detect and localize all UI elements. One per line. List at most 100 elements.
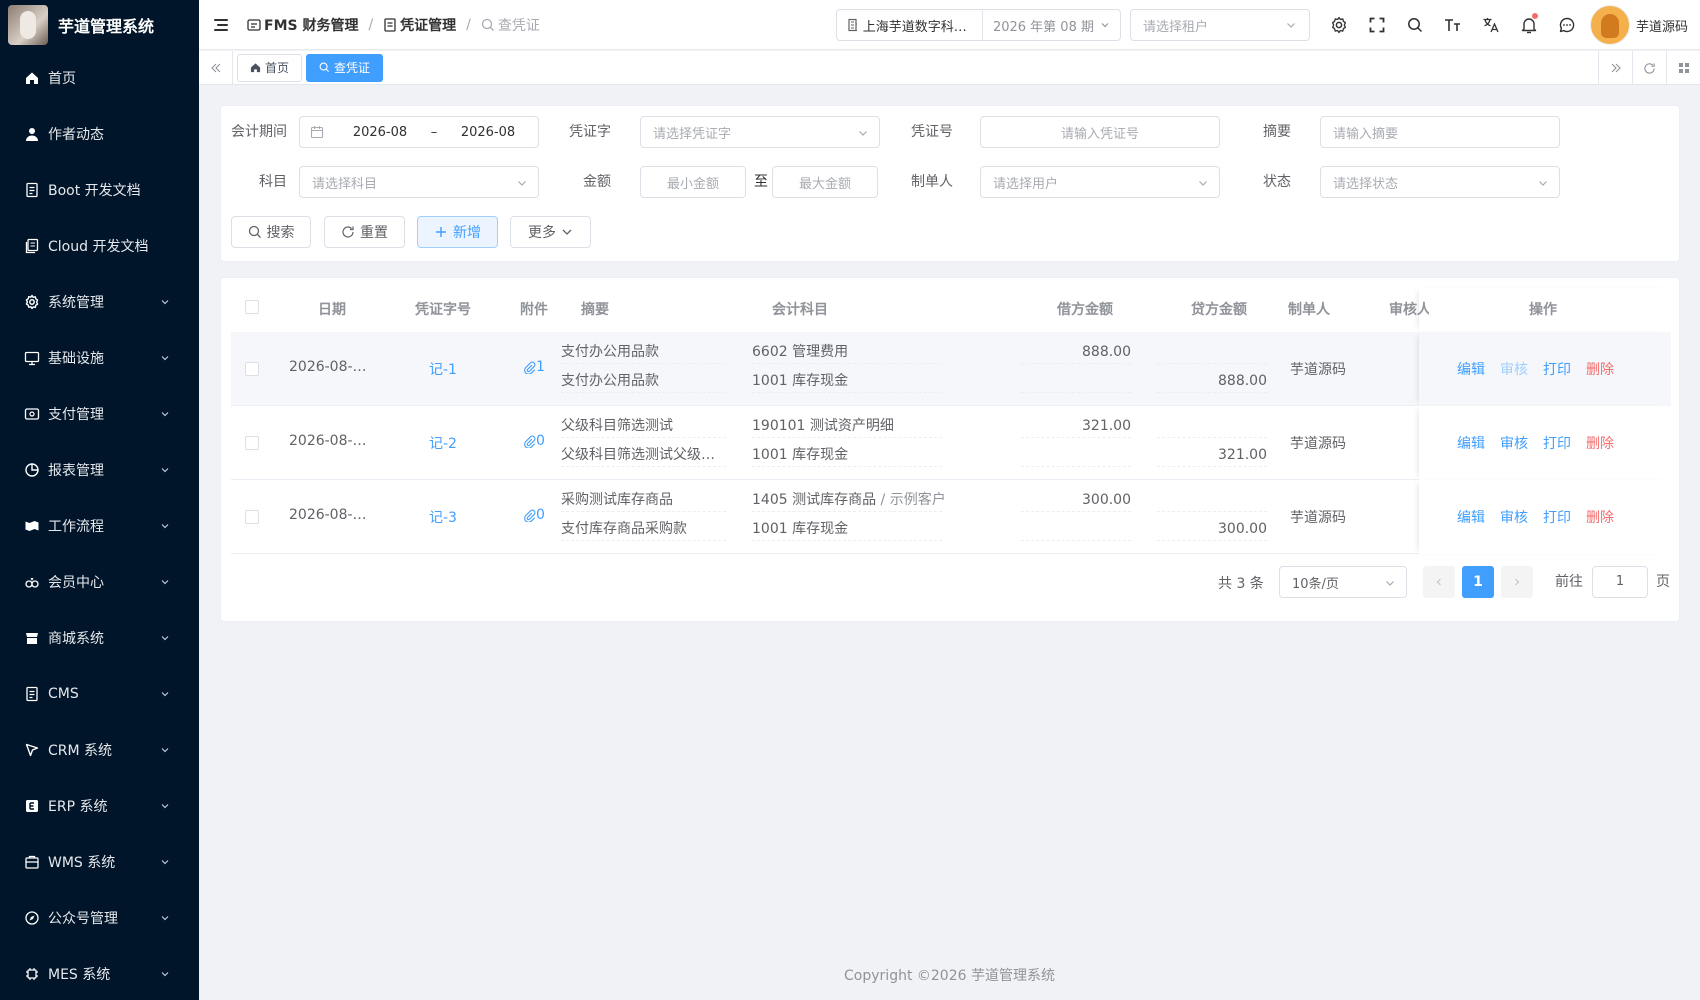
language-button[interactable] [1472,0,1510,50]
edit-button[interactable]: 编辑 [1457,433,1485,453]
print-button[interactable]: 打印 [1543,359,1571,379]
sidebar-item-5[interactable]: 基础设施 [0,330,199,386]
tab-label: 查凭证 [334,61,371,75]
tab-query-voucher[interactable]: 查凭证 [306,53,384,82]
add-button[interactable]: 新增 [417,216,498,248]
sidebar-item-2[interactable]: Boot 开发文档 [0,162,199,218]
row-checkbox[interactable] [245,436,259,450]
sidebar-item-11[interactable]: CMS [0,666,199,722]
creator-select[interactable]: 请选择用户 [980,166,1220,198]
breadcrumb-fms-label: FMS 财务管理 [264,17,359,34]
pie-chart-icon [24,462,40,478]
notification-button[interactable] [1510,0,1548,50]
period-start[interactable]: 2026-08 [340,125,420,140]
audit-button[interactable]: 审核 [1500,507,1528,527]
sidebar-item-9[interactable]: 会员中心 [0,554,199,610]
reset-button-label: 重置 [360,225,388,241]
delete-button[interactable]: 删除 [1586,507,1614,527]
cell-creator: 芋道源码 [1290,362,1346,378]
summary-input[interactable]: 请输入摘要 [1320,116,1560,148]
print-button[interactable]: 打印 [1543,507,1571,527]
tabs-refresh[interactable] [1632,51,1666,85]
tabs-scroll-left[interactable] [199,50,233,85]
chevron-down-icon [857,127,869,139]
settings-button[interactable] [1320,0,1358,50]
monitor-icon [24,350,40,366]
tab-home[interactable]: 首页 [237,53,303,82]
next-page-button[interactable] [1501,566,1533,598]
message-button[interactable] [1548,0,1586,50]
page-1-button[interactable]: 1 [1462,566,1494,598]
company-period-selector[interactable]: 上海芋道数字科技有限公司 2026 年第 08 期 [835,9,1121,41]
breadcrumb-voucher-mgmt[interactable]: 凭证管理 [383,15,456,35]
row-checkbox[interactable] [245,362,259,376]
col-credit: 贷方金额 [1191,302,1247,318]
edit-button[interactable]: 编辑 [1457,359,1485,379]
period-range-picker[interactable]: 2026-08 – 2026-08 [299,116,539,148]
chevron-down-icon [159,856,171,868]
app-logo[interactable]: 芋道管理系统 [0,0,199,50]
tabs-scroll-right[interactable] [1598,51,1632,85]
finance-icon [247,18,261,32]
cell-subject: 1001 库存现金 [752,369,942,393]
sidebar-item-12[interactable]: CRM 系统 [0,722,199,778]
voucher-no-link[interactable]: 记-3 [429,507,457,527]
sidebar-item-15[interactable]: 公众号管理 [0,890,199,946]
attachment-link[interactable]: 1 [523,359,545,375]
audit-button[interactable]: 审核 [1500,359,1528,379]
select-all-checkbox[interactable] [245,300,259,314]
user-menu[interactable]: 芋道源码 [1589,5,1688,45]
attachment-link[interactable]: 0 [523,507,545,523]
subject-aux: / 示例客户 [880,492,946,508]
sidebar-item-6[interactable]: 支付管理 [0,386,199,442]
voucher-word-select[interactable]: 请选择凭证字 [640,116,880,148]
cell-debit: 321.00 [1021,414,1131,438]
sidebar-item-7[interactable]: 报表管理 [0,442,199,498]
audit-button[interactable]: 审核 [1500,433,1528,453]
refresh-icon [1643,62,1656,75]
breadcrumb-fms[interactable]: FMS 财务管理 [247,15,358,35]
delete-button[interactable]: 删除 [1586,433,1614,453]
subject-select[interactable]: 请选择科目 [299,166,539,198]
voucher-no-link[interactable]: 记-2 [429,433,457,453]
sidebar-item-1[interactable]: 作者动态 [0,106,199,162]
row-checkbox[interactable] [245,510,259,524]
sidebar-item-16[interactable]: MES 系统 [0,946,199,1000]
fullscreen-button[interactable] [1358,0,1396,50]
plus-icon [434,225,448,239]
global-search-button[interactable] [1396,0,1434,50]
amount-max-input[interactable]: 最大金额 [772,166,878,198]
operations-cell: 编辑 审核 打印 删除 [1419,406,1671,480]
chevron-down-icon [159,464,171,476]
col-debit: 借方金额 [1057,302,1113,318]
page-size-select[interactable]: 10条/页 [1279,566,1407,598]
period-end[interactable]: 2026-08 [448,125,528,140]
hamburger-icon[interactable] [211,15,231,35]
sidebar-item-0[interactable]: 首页 [0,50,199,106]
prev-page-button[interactable] [1423,566,1455,598]
table-row: 2026-08-… 记-2 0 父级科目筛选测试 190101 测试资产明细 321.00… [231,406,1671,480]
tenant-select[interactable]: 请选择租户 [1129,9,1310,41]
sidebar-item-10[interactable]: 商城系统 [0,610,199,666]
reset-button[interactable]: 重置 [324,216,405,248]
voucher-no-link[interactable]: 记-1 [429,359,457,379]
print-button[interactable]: 打印 [1543,433,1571,453]
goto-page-input[interactable]: 1 [1592,566,1648,598]
status-select[interactable]: 请选择状态 [1320,166,1560,198]
search-button[interactable]: 搜索 [231,216,311,248]
sidebar-item-14[interactable]: WMS 系统 [0,834,199,890]
sidebar-item-8[interactable]: 工作流程 [0,498,199,554]
font-size-button[interactable] [1434,0,1472,50]
amount-min-input[interactable]: 最小金额 [640,166,746,198]
delete-button[interactable]: 删除 [1586,359,1614,379]
more-button[interactable]: 更多 [510,216,591,248]
period-select[interactable]: 2026 年第 08 期 [983,16,1120,35]
attachment-link[interactable]: 0 [523,433,545,449]
tabs-menu[interactable] [1666,51,1700,85]
sidebar-item-4[interactable]: 系统管理 [0,274,199,330]
edit-button[interactable]: 编辑 [1457,507,1485,527]
voucher-no-input[interactable]: 请输入凭证号 [980,116,1220,148]
sidebar-item-3[interactable]: Cloud 开发文档 [0,218,199,274]
company-select[interactable]: 上海芋道数字科技有限公司 [837,10,983,40]
sidebar-item-13[interactable]: ERP 系统 [0,778,199,834]
